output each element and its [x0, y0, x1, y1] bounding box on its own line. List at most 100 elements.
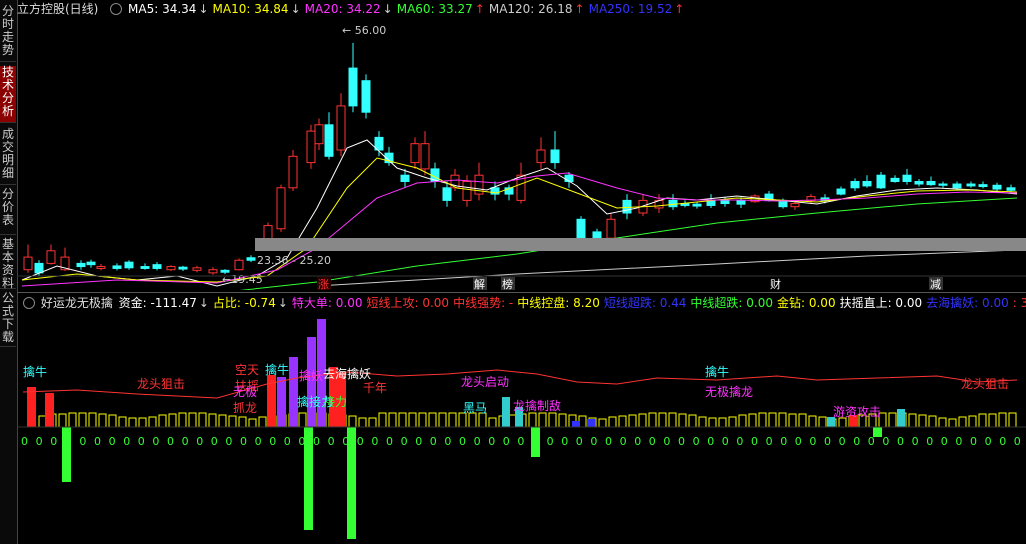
- yellow-bar: [218, 414, 227, 428]
- candle-body: [668, 199, 678, 208]
- purple-bar: [289, 357, 298, 427]
- candle-body: [876, 174, 886, 189]
- ma-legend-3: MA60: 33.27 ↑: [397, 2, 487, 16]
- zero-label: 0: [50, 435, 57, 448]
- yellow-bar: [488, 417, 497, 428]
- ma-line-4: [316, 249, 1018, 287]
- red-bar: [27, 387, 36, 427]
- yellow-bar: [928, 415, 937, 428]
- zero-label: 0: [839, 435, 846, 448]
- arrow-down-icon: ↓: [198, 2, 209, 16]
- yellow-bar: [148, 416, 157, 428]
- zero-label: 0: [941, 435, 948, 448]
- high-price-label: ← 56.00: [342, 24, 386, 37]
- yellow-bar: [198, 412, 207, 428]
- yellow-bar: [818, 416, 827, 428]
- sidebar-tab-0[interactable]: 分时走势: [0, 5, 16, 62]
- zero-label: 0: [109, 435, 116, 448]
- yellow-bar: [548, 412, 557, 428]
- zero-label: 0: [255, 435, 262, 448]
- sidebar-tab-1[interactable]: 技术分析: [0, 66, 16, 123]
- yellow-bar: [128, 417, 137, 428]
- yellow-bar: [978, 413, 987, 428]
- event-marker: 减: [930, 278, 941, 290]
- ind-legend-6: 短线超跌: 0.44: [604, 296, 689, 310]
- zero-label: 0: [459, 435, 466, 448]
- ma-legend-1: MA10: 34.84 ↓: [213, 2, 303, 16]
- indicator-gear-icon[interactable]: [23, 296, 35, 309]
- event-marker: 解: [474, 277, 485, 290]
- yellow-bar: [688, 414, 697, 428]
- yellow-bar: [718, 417, 727, 428]
- ind-legend-label: 特大单: 0.00: [291, 296, 363, 310]
- candle-body: [720, 199, 730, 205]
- main-area: 立方控股(日线) MA5: 34.34 ↓ MA10: 34.84 ↓ MA20: 34…: [17, 0, 1026, 544]
- ind-legend-2: 特大单: 0.00: [292, 296, 365, 310]
- candle-body: [348, 67, 358, 107]
- event-marker: 榜: [502, 277, 513, 290]
- zero-label: 0: [809, 435, 816, 448]
- yellow-bar: [968, 415, 977, 428]
- zero-label: 0: [269, 435, 276, 448]
- signal-label: 无极: [233, 385, 257, 399]
- zero-label: 0: [649, 435, 656, 448]
- sidebar-tab-5[interactable]: 公式下载: [0, 292, 16, 347]
- event-marker: 财: [770, 277, 781, 290]
- ind-legend-0: 资金: -111.47 ↓: [119, 296, 211, 310]
- yellow-bar: [808, 415, 817, 428]
- chart-title: 立方控股(日线): [17, 2, 99, 16]
- candle-body: [314, 124, 324, 145]
- yellow-bar: [358, 417, 367, 428]
- yellow-bar: [628, 414, 637, 428]
- arrow-down-icon: ↓: [382, 2, 393, 16]
- ma-legend-label: MA250: 19.52: [588, 2, 673, 16]
- yellow-bar: [958, 416, 967, 428]
- candle-body: [836, 188, 846, 195]
- yellow-bar: [678, 413, 687, 428]
- signal-label: 龙头启动: [461, 375, 509, 389]
- candle-body: [622, 199, 632, 214]
- zero-label: 0: [474, 435, 481, 448]
- ma-legend-2: MA20: 34.22 ↓: [305, 2, 395, 16]
- yellow-bar: [938, 417, 947, 428]
- indicator-chart[interactable]: 0000000000000000000000000000000000000000…: [17, 312, 1026, 544]
- candle-body: [288, 155, 298, 189]
- candle-body: [592, 231, 602, 239]
- zero-label: 0: [970, 435, 977, 448]
- zero-label: 0: [561, 435, 568, 448]
- candle-body: [606, 218, 616, 239]
- ma-legend-0: MA5: 34.34 ↓: [128, 2, 210, 16]
- candle-body: [420, 143, 430, 170]
- yellow-bar: [448, 412, 457, 428]
- yellow-bar: [708, 417, 717, 428]
- zero-label: 0: [328, 435, 335, 448]
- zero-label: 0: [138, 435, 145, 448]
- zero-label: 0: [532, 435, 539, 448]
- purple-bar: [277, 377, 286, 427]
- yellow-bar: [258, 416, 267, 428]
- price-range-band: [255, 238, 1026, 251]
- zero-label: 0: [912, 435, 919, 448]
- yellow-bar: [778, 412, 787, 428]
- arrow-up-icon: ↑: [474, 2, 485, 16]
- candlestick-chart[interactable]: ← 56.00 ←19.45 23.36 - 25.20 涨 解 榜 财 减: [17, 18, 1026, 290]
- candle-body: [926, 181, 936, 186]
- ind-legend-9: 扶摇直上: 0.00: [840, 296, 925, 310]
- sidebar-tab-2[interactable]: 成交明细: [0, 128, 16, 185]
- zero-label: 0: [79, 435, 86, 448]
- yellow-bar: [368, 417, 377, 428]
- sidebar-tab-3[interactable]: 分价表: [0, 188, 16, 235]
- yellow-bar: [168, 413, 177, 428]
- candle-body: [966, 183, 976, 187]
- yellow-bar: [748, 413, 757, 428]
- arrow-up-icon: ↑: [574, 2, 585, 16]
- arrow-down-icon: ↓: [290, 2, 301, 16]
- candle-body: [862, 181, 872, 187]
- arrow-up-icon: ↑: [674, 2, 685, 16]
- candle-body: [410, 143, 420, 164]
- sidebar-tab-4[interactable]: 基本资料: [0, 238, 16, 290]
- candle-body: [462, 181, 472, 201]
- settings-gear-icon[interactable]: [110, 2, 123, 15]
- yellow-bar: [758, 412, 767, 428]
- zero-label: 0: [999, 435, 1006, 448]
